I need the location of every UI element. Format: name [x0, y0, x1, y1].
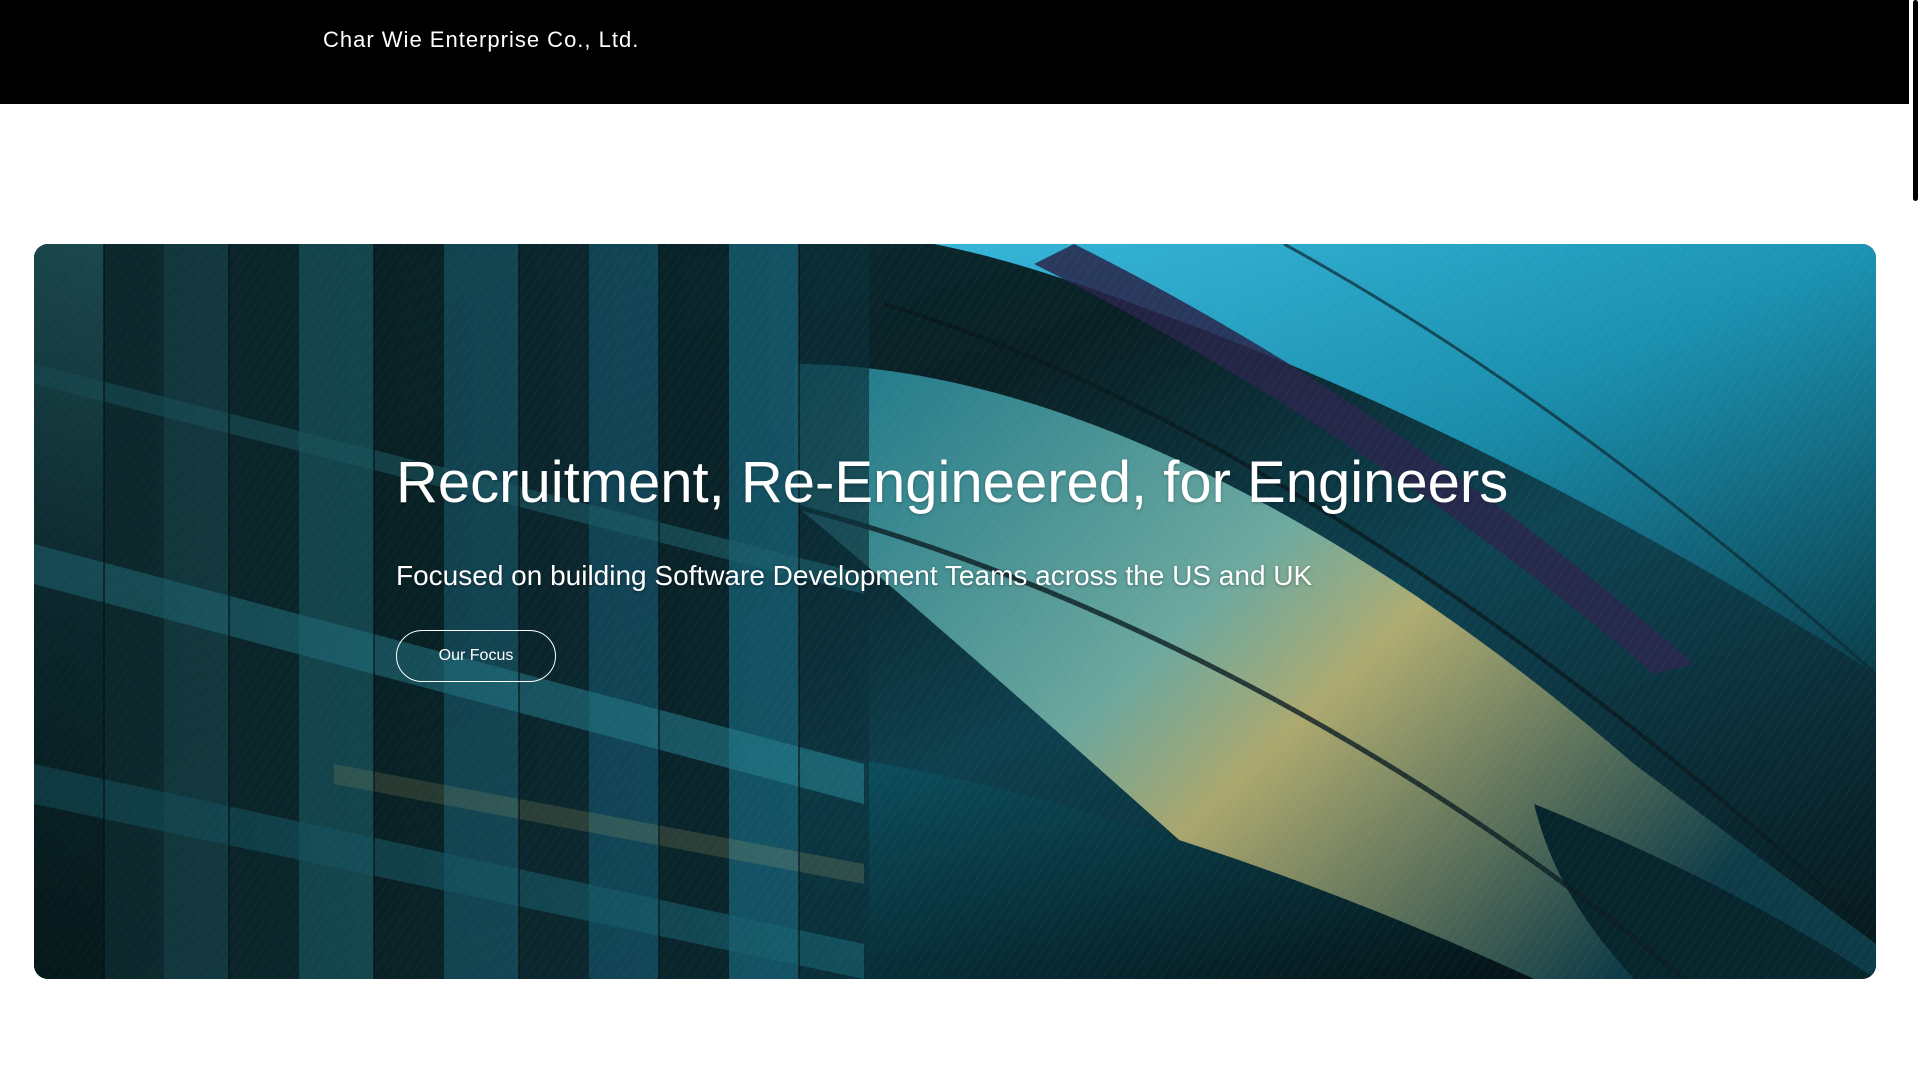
site-header: Char Wie Enterprise Co., Ltd. [0, 0, 1909, 104]
hero-subtitle: Focused on building Software Development… [396, 560, 1313, 591]
brand-name[interactable]: Char Wie Enterprise Co., Ltd. [323, 27, 639, 53]
hero-title: Recruitment, Re-Engineered, for Engineer… [396, 450, 1509, 515]
our-focus-button[interactable]: Our Focus [396, 630, 556, 682]
hero-content: Recruitment, Re-Engineered, for Engineer… [396, 442, 1516, 682]
page: Char Wie Enterprise Co., Ltd. Recruitmen… [0, 0, 1920, 1080]
page-scrollbar[interactable] [1909, 0, 1920, 1080]
hero-banner: Recruitment, Re-Engineered, for Engineer… [34, 244, 1876, 979]
scrollbar-thumb[interactable] [1913, 0, 1918, 201]
